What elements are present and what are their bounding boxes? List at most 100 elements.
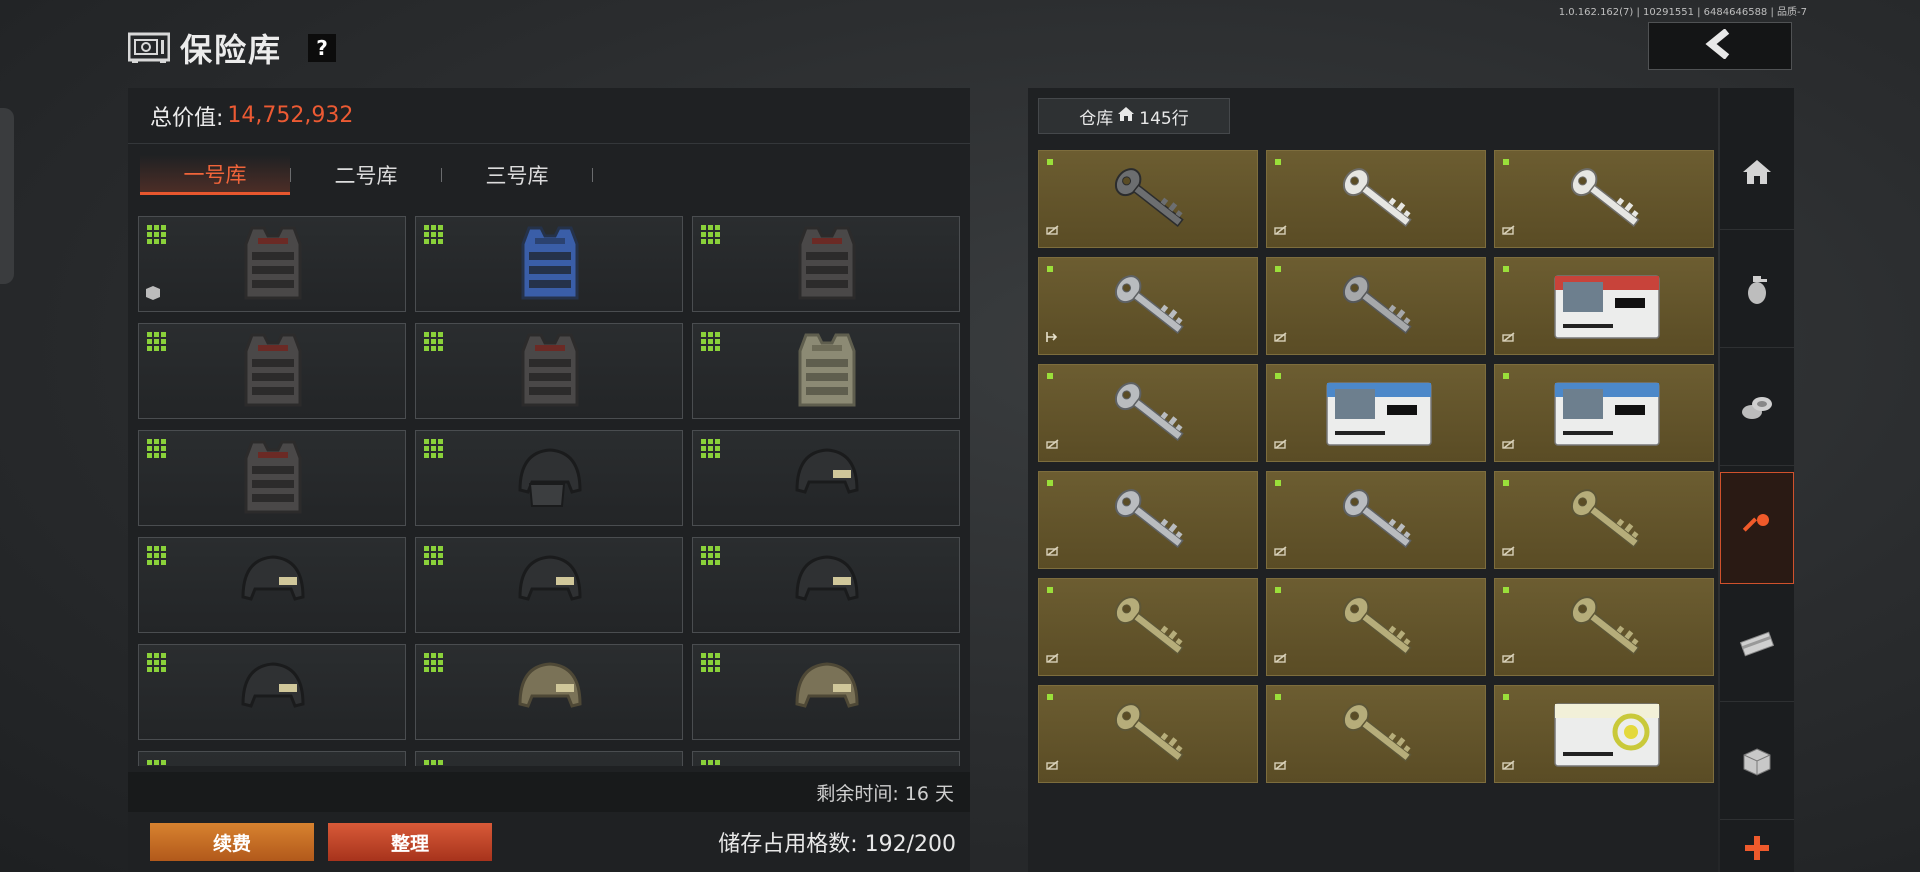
box-icon	[1742, 747, 1772, 781]
grid-size-icon	[1047, 373, 1053, 379]
total-label: 总价值:	[150, 105, 224, 131]
sidebar-item-key[interactable]	[1720, 472, 1794, 584]
grid-size-icon	[1503, 480, 1509, 486]
grid-size-icon	[147, 332, 167, 356]
item-image-icon	[231, 435, 315, 521]
vault-item-slot[interactable]	[415, 537, 683, 633]
vault-item-slot[interactable]	[692, 216, 960, 312]
warehouse-key-slot[interactable]	[1494, 257, 1714, 355]
warehouse-key-slot[interactable]	[1494, 150, 1714, 248]
warehouse-key-slot[interactable]	[1266, 471, 1486, 569]
page-header: 保险库 ?	[128, 28, 337, 69]
grid-size-icon	[1275, 694, 1281, 700]
tab-vault-1[interactable]: 一号库	[140, 155, 290, 195]
vault-item-slot[interactable]	[415, 323, 683, 419]
back-arrow-icon	[1703, 28, 1737, 63]
no-insure-icon	[1501, 222, 1517, 241]
vault-item-slot[interactable]	[692, 644, 960, 740]
key-image-icon	[1317, 371, 1441, 457]
vault-panel: 总价值: 14,752,932 一号库 二号库 三号库 剩余时间: 16 天 续…	[128, 88, 970, 872]
grid-size-icon	[701, 546, 721, 570]
warehouse-key-slot[interactable]	[1494, 471, 1714, 569]
warehouse-key-slot[interactable]	[1038, 364, 1258, 462]
no-insure-icon	[1273, 757, 1289, 776]
warehouse-key-slot[interactable]	[1038, 685, 1258, 783]
grid-size-icon	[1047, 587, 1053, 593]
warehouse-key-slot[interactable]	[1266, 150, 1486, 248]
grid-size-icon	[147, 225, 167, 249]
grid-size-icon	[424, 439, 444, 463]
warehouse-key-slot[interactable]	[1038, 578, 1258, 676]
vault-item-slot[interactable]	[138, 644, 406, 740]
warehouse-key-slot[interactable]	[1266, 578, 1486, 676]
vault-item-slot[interactable]	[692, 430, 960, 526]
total-value-bar: 总价值: 14,752,932	[128, 88, 970, 144]
edge-tab[interactable]	[0, 108, 14, 284]
grid-size-icon	[1275, 266, 1281, 272]
item-image-icon	[785, 542, 869, 628]
vault-item-slot[interactable]	[692, 537, 960, 633]
no-insure-icon	[1045, 543, 1061, 562]
grid-size-icon	[147, 760, 167, 766]
sort-button[interactable]: 整理	[328, 823, 492, 861]
warehouse-key-slot[interactable]	[1038, 150, 1258, 248]
grid-size-icon	[701, 653, 721, 677]
remaining-time: 剩余时间: 16 天	[128, 772, 970, 812]
key-image-icon	[1545, 157, 1669, 243]
warehouse-key-slot[interactable]	[1494, 685, 1714, 783]
key-image-icon	[1089, 585, 1213, 671]
vault-item-slot[interactable]	[138, 430, 406, 526]
warehouse-tab[interactable]: 仓库 145行	[1038, 98, 1230, 134]
tab-vault-3[interactable]: 三号库	[442, 155, 592, 195]
sidebar-item-home[interactable]	[1720, 118, 1794, 230]
sidebar-item-box[interactable]	[1720, 708, 1794, 820]
warehouse-key-slot[interactable]	[1266, 364, 1486, 462]
vault-item-slot[interactable]	[138, 216, 406, 312]
item-image-icon	[231, 221, 315, 307]
warehouse-key-slot[interactable]	[1038, 471, 1258, 569]
vault-item-slot[interactable]	[415, 430, 683, 526]
vault-item-slot[interactable]	[692, 751, 960, 766]
grid-size-icon	[701, 760, 721, 766]
vault-footer: 续费 整理 储存占用格数: 192/200	[128, 812, 970, 872]
item-image-icon	[785, 756, 869, 766]
vault-item-slot[interactable]	[138, 751, 406, 766]
grid-size-icon	[701, 225, 721, 249]
sidebar-item-ammo[interactable]	[1720, 354, 1794, 466]
back-button[interactable]	[1648, 22, 1792, 70]
vault-item-slot[interactable]	[138, 323, 406, 419]
warehouse-key-slot[interactable]	[1494, 364, 1714, 462]
warehouse-key-slot[interactable]	[1266, 257, 1486, 355]
item-image-icon	[508, 542, 592, 628]
key-image-icon	[1317, 692, 1441, 778]
vault-item-slot[interactable]	[415, 216, 683, 312]
cube-icon	[145, 285, 161, 305]
key-image-icon	[1317, 157, 1441, 243]
renew-button[interactable]: 续费	[150, 823, 314, 861]
key-image-icon	[1545, 478, 1669, 564]
no-insure-icon	[1273, 543, 1289, 562]
vault-item-slot[interactable]	[692, 323, 960, 419]
grid-size-icon	[1275, 373, 1281, 379]
vault-item-slot[interactable]	[415, 751, 683, 766]
sidebar-item-money[interactable]	[1720, 590, 1794, 702]
no-insure-icon	[1045, 222, 1061, 241]
sidebar-item-grenade[interactable]	[1720, 236, 1794, 348]
home-small-icon	[1117, 106, 1135, 127]
add-button[interactable]	[1720, 828, 1794, 872]
tab-vault-2[interactable]: 二号库	[291, 155, 441, 195]
key-icon	[1742, 512, 1771, 544]
warehouse-key-slot[interactable]	[1038, 257, 1258, 355]
vault-item-slot[interactable]	[138, 537, 406, 633]
vault-tabs: 一号库 二号库 三号库	[128, 144, 970, 206]
warehouse-key-slot[interactable]	[1494, 578, 1714, 676]
warehouse-panel: 仓库 145行	[1028, 88, 1718, 872]
no-insure-icon	[1501, 436, 1517, 455]
vault-item-slot[interactable]	[415, 644, 683, 740]
warehouse-key-slot[interactable]	[1266, 685, 1486, 783]
item-image-icon	[508, 756, 592, 766]
key-image-icon	[1545, 692, 1669, 778]
help-button[interactable]: ?	[308, 34, 337, 62]
grid-size-icon	[424, 760, 444, 766]
no-insure-icon	[1045, 757, 1061, 776]
